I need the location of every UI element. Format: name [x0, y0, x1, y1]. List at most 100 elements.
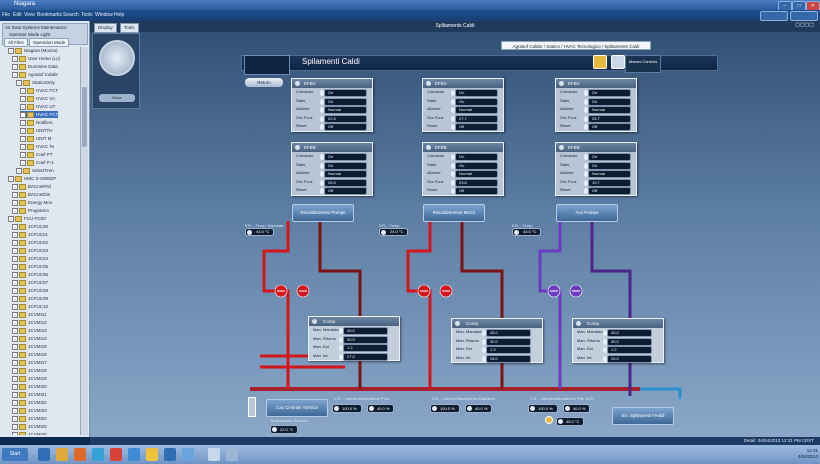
temp-value[interactable]: 43.5 °C [512, 228, 542, 236]
app-icon-8[interactable] [226, 448, 238, 461]
expand-icon[interactable]: + [12, 303, 18, 310]
expand-icon[interactable]: + [12, 399, 18, 406]
expand-icon[interactable]: + [12, 295, 18, 302]
tree-item[interactable]: +1CVMI20 [12, 383, 47, 390]
tree-item[interactable]: +1CFUC04 [12, 255, 48, 262]
tree-item[interactable]: + BACnetDis [12, 191, 50, 198]
toolbar-pill-1[interactable] [760, 11, 788, 21]
tree-item[interactable]: + FCU-FC00 [8, 215, 46, 222]
pump-right-a-icon[interactable] [546, 283, 562, 299]
tree-item[interactable]: +1CVMI14 [12, 335, 47, 342]
comp-value[interactable]: 27.0 [339, 352, 388, 361]
expand-icon[interactable]: + [12, 335, 18, 342]
expand-icon[interactable]: + [12, 415, 18, 422]
app-icon-1[interactable] [92, 448, 104, 461]
tree-item[interactable]: +1CVMI13 [12, 327, 47, 334]
tree-item[interactable]: +1CVMI25 [12, 423, 47, 430]
menu-search[interactable]: Search [63, 12, 79, 18]
unit-reset-value[interactable]: Off [584, 123, 631, 131]
cold-system-button[interactable]: Sis. Splitamenti Freddi [612, 407, 674, 425]
tree-item[interactable]: + Agraitof Calabr [12, 71, 58, 78]
expand-icon[interactable]: + [12, 287, 18, 294]
tree-item[interactable]: + Dummies Data [12, 63, 58, 70]
tree-item[interactable]: +1CFUC03 [12, 247, 48, 254]
expand-icon[interactable]: + [20, 135, 26, 142]
tree-item[interactable]: + BACnetPtcl [12, 183, 51, 190]
expand-icon[interactable]: + [12, 279, 18, 286]
tree-item[interactable]: + Coef PT [20, 151, 53, 158]
tree-item[interactable]: +1CVMI18 [12, 367, 47, 374]
start-button[interactable]: Start [2, 448, 28, 461]
tree-item[interactable]: + Energy Mon [12, 199, 52, 206]
ie-icon[interactable] [38, 448, 50, 461]
valve-2-value-a[interactable]: 100.0 % [430, 404, 460, 413]
expand-icon[interactable]: + [20, 143, 26, 150]
tree-item[interactable]: +1CVMI26 [12, 431, 47, 435]
unit-reset-value[interactable]: Off [320, 187, 367, 195]
app-icon-7[interactable] [208, 448, 220, 461]
app-icon-3[interactable] [128, 448, 140, 461]
outside-temp-value[interactable]: 22.0 °C [270, 425, 299, 434]
system-clock[interactable]: 12:31 4/04/2013 [752, 448, 818, 461]
unit-reset-value[interactable]: Off [584, 187, 631, 195]
expand-icon[interactable]: + [12, 231, 18, 238]
tree-item[interactable]: + Notifiers [20, 119, 53, 126]
tree-item[interactable]: +1CVMI22 [12, 399, 47, 406]
expand-icon[interactable]: + [12, 263, 18, 270]
menu-file[interactable]: File [2, 12, 10, 18]
expand-icon[interactable]: + [20, 151, 26, 158]
expand-icon[interactable]: + [16, 167, 22, 174]
expand-icon[interactable]: + [20, 119, 26, 126]
tree-item[interactable]: + UNIT M [20, 135, 51, 142]
tree-item[interactable]: + Niagara (Monza) [8, 47, 58, 54]
expand-icon[interactable]: + [12, 207, 18, 214]
pump-middle-b-icon[interactable] [438, 283, 454, 299]
tree-item[interactable]: +1CFUC01 [12, 231, 48, 238]
temp-value[interactable]: 24.0 °C [379, 228, 409, 236]
scrollbar-thumb[interactable] [82, 87, 87, 147]
menu-edit[interactable]: Edit [13, 12, 22, 18]
tree-item[interactable]: + StaticsOnly [16, 79, 55, 86]
tree-item[interactable]: + HMC S-SWEEP [8, 175, 56, 182]
expand-icon[interactable]: + [12, 311, 18, 318]
expand-icon[interactable]: + [12, 63, 18, 70]
pump-left-a-icon[interactable] [273, 283, 289, 299]
sidebar-scrollbar[interactable] [80, 47, 88, 435]
tree-item[interactable]: +1CVMI21 [12, 391, 47, 398]
tree-item[interactable]: +1CFUC09 [12, 295, 48, 302]
valve-3-value-a[interactable]: 100.0 % [528, 404, 558, 413]
menu-help[interactable]: Help [114, 12, 124, 18]
expand-icon[interactable]: + [12, 223, 18, 230]
tree-item[interactable]: + UNITTH [20, 127, 53, 134]
tree-item[interactable]: + Coef P-1 [20, 159, 54, 166]
pump-right-b-icon[interactable] [568, 283, 584, 299]
expand-icon[interactable]: + [12, 71, 18, 78]
tree-item[interactable]: +1CFUC08 [12, 287, 48, 294]
unit-reset-value[interactable]: Off [320, 123, 367, 131]
tree-item[interactable]: +1CFUC02 [12, 239, 48, 246]
app-icon-4[interactable] [146, 448, 158, 461]
sidebar-tab-operation-mode[interactable]: Operation Mode [29, 38, 70, 47]
expand-icon[interactable]: + [12, 391, 18, 398]
expand-icon[interactable]: + [12, 319, 18, 326]
expand-icon[interactable]: + [20, 111, 26, 118]
tree-item[interactable]: + User Home (Lo) [12, 55, 60, 62]
tree-item[interactable]: +1CVMI19 [12, 375, 47, 382]
tree-item[interactable]: +1CFUC07 [12, 279, 48, 286]
temp-value[interactable]: 44.6 °C [245, 228, 275, 236]
supply-temp-value[interactable]: 45.0 °C [556, 417, 585, 426]
tree-item[interactable]: +1CVMI23 [12, 407, 47, 414]
tree-item[interactable]: +1CFUC00 [12, 223, 48, 230]
expand-icon[interactable]: + [12, 247, 18, 254]
valve-2-value-b[interactable]: 40.0 % [465, 404, 493, 413]
expand-icon[interactable]: + [12, 199, 18, 206]
valve-1-value-a[interactable]: 100.0 % [332, 404, 362, 413]
expand-icon[interactable]: + [20, 87, 26, 94]
expand-icon[interactable]: + [12, 55, 18, 62]
tree-item[interactable]: +1CVMI24 [12, 415, 47, 422]
expand-icon[interactable]: + [12, 367, 18, 374]
expand-icon[interactable]: + [12, 343, 18, 350]
tree-item[interactable]: +1CFUC05 [12, 263, 48, 270]
tree-item[interactable]: +1CVMI15 [12, 343, 47, 350]
tree-item[interactable]: + Programm [12, 207, 49, 214]
